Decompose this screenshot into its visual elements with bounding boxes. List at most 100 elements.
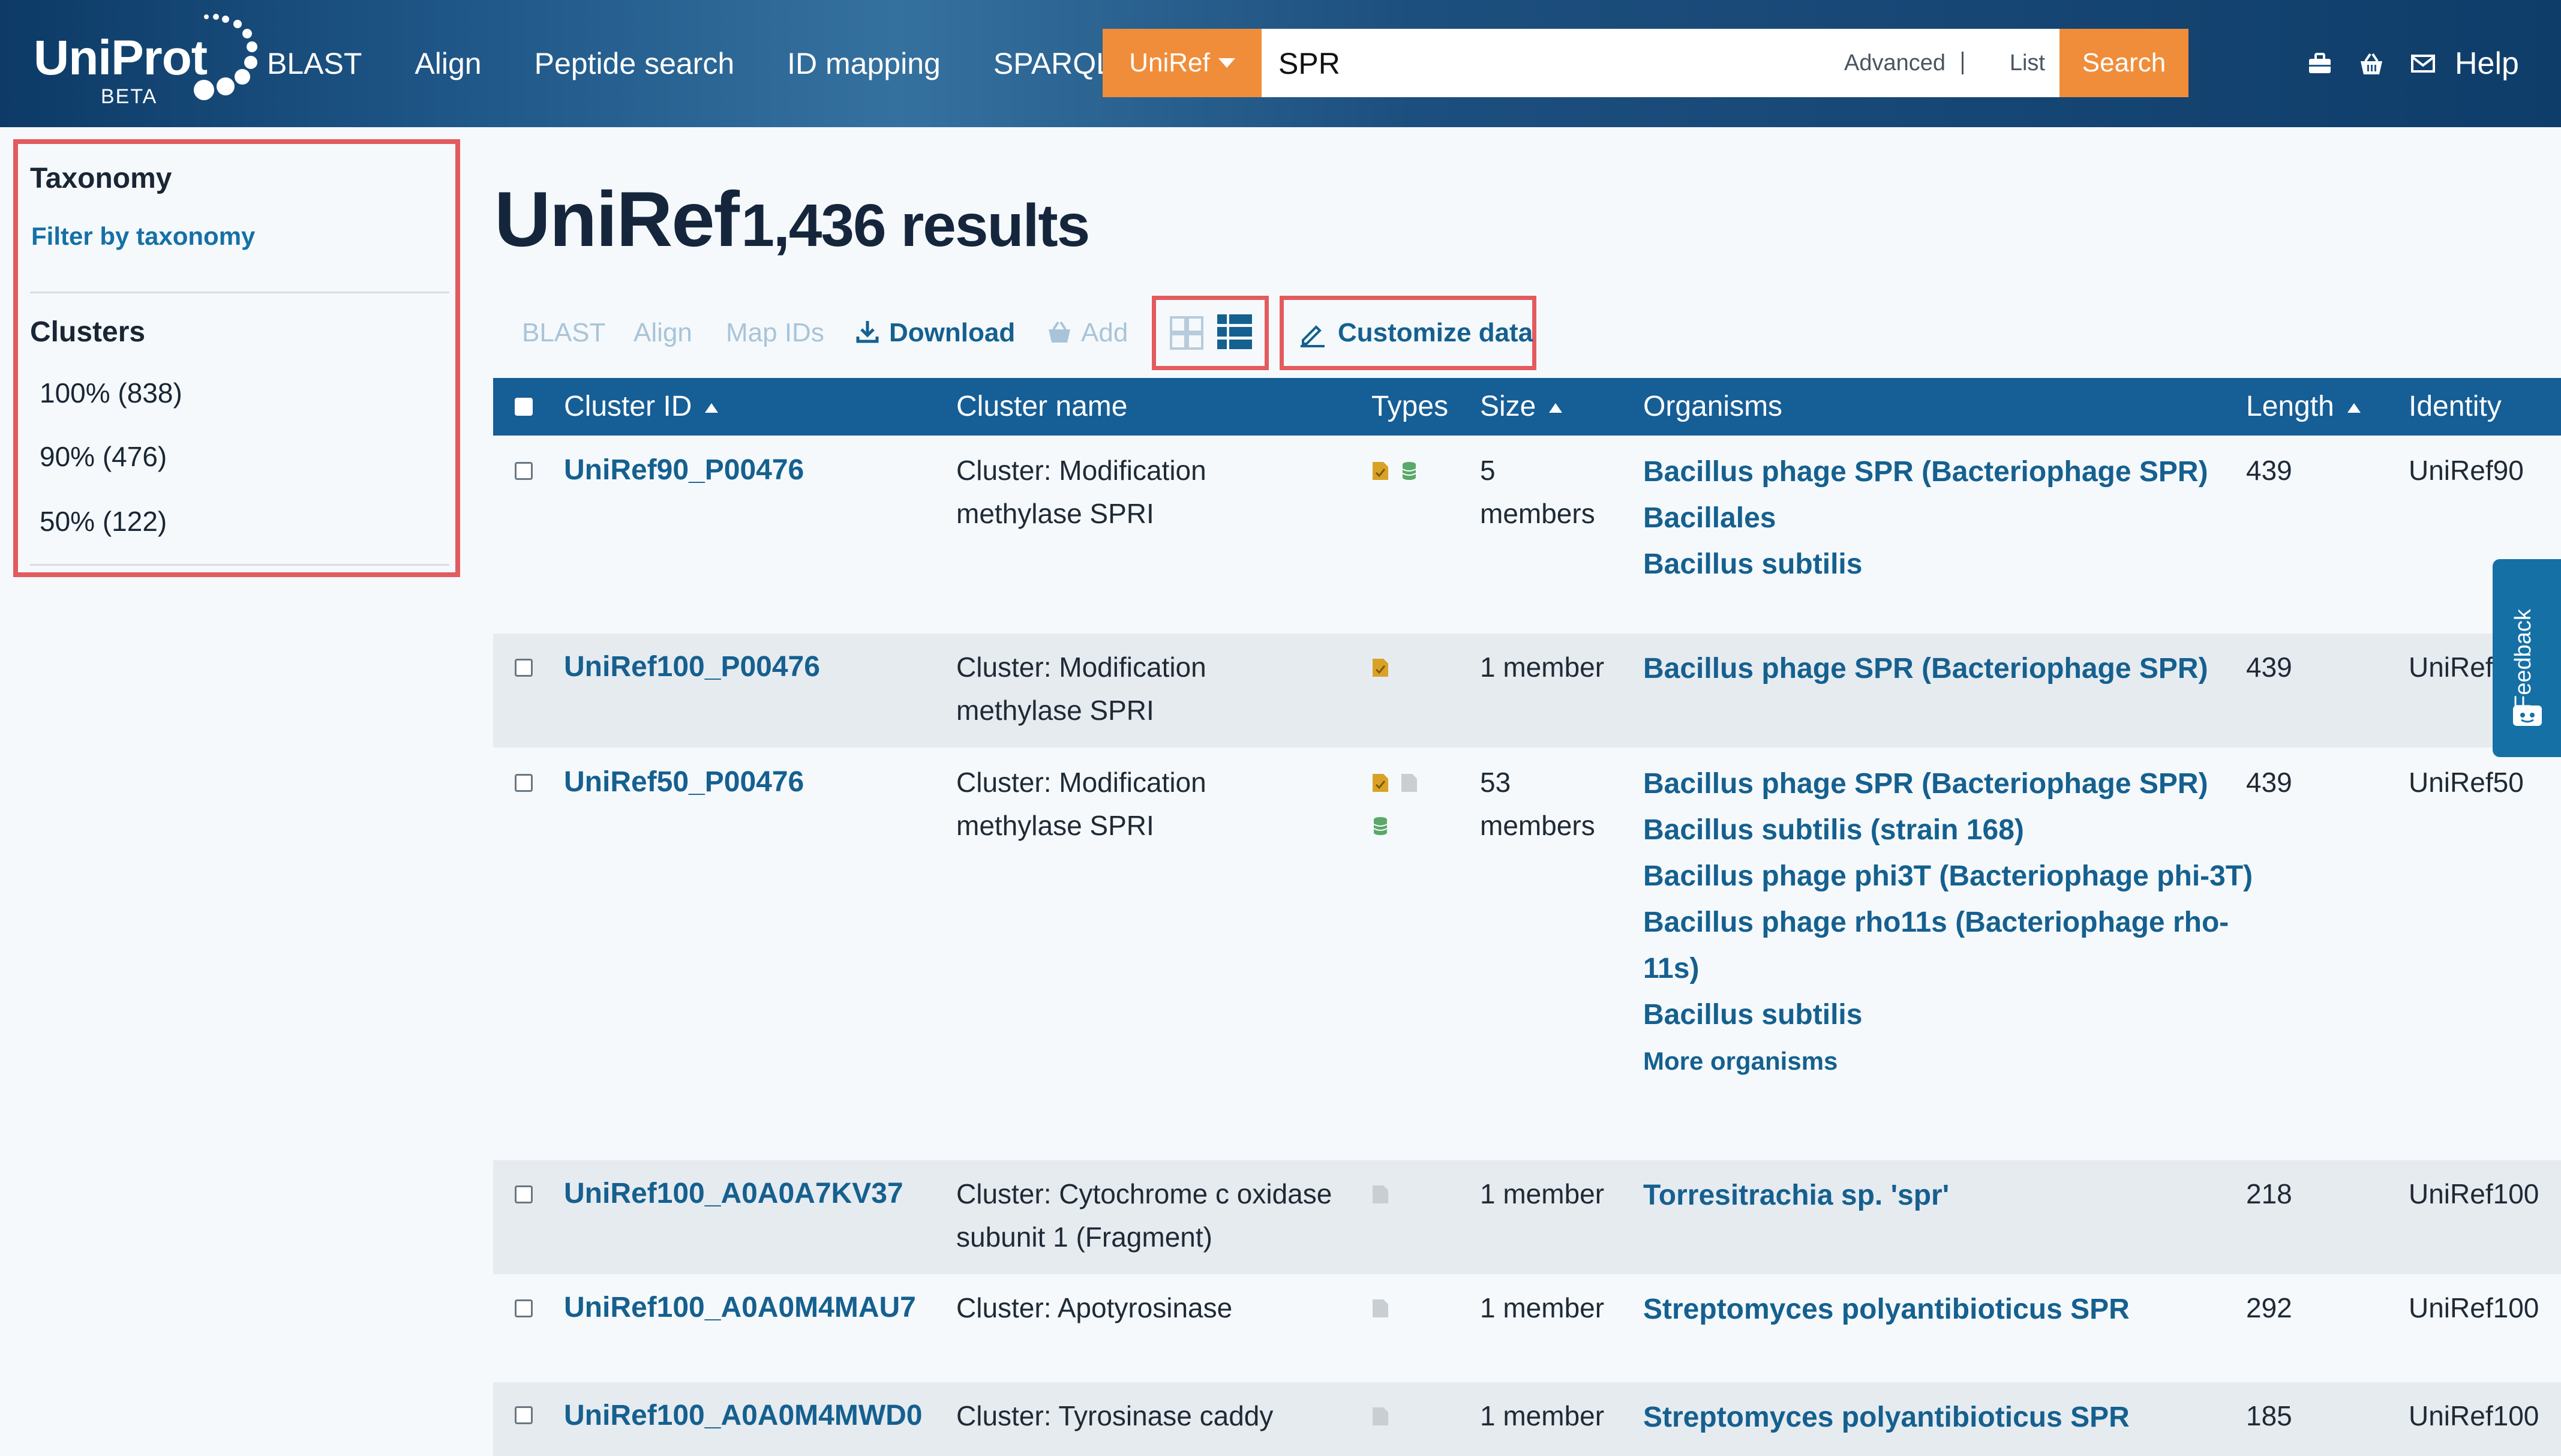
nav-sparql[interactable]: SPARQL [993, 46, 1113, 81]
cluster-name: Cluster: Modification [956, 767, 1206, 798]
table-row: UniRef100_A0A0M4MWD0 Cluster: Tyrosinase… [493, 1382, 2561, 1456]
organism-link[interactable]: Streptomyces polyantibioticus SPR [1643, 1394, 2130, 1440]
database-icon [1373, 817, 1388, 835]
organism-link[interactable]: Bacillus subtilis [1643, 541, 1862, 587]
organism-link[interactable]: Bacillales [1643, 495, 1776, 541]
sequence-length: 185 [2246, 1400, 2292, 1431]
advanced-search-link[interactable]: Advanced [1844, 29, 1945, 97]
sequence-length: 439 [2246, 652, 2292, 683]
cluster-name: Cluster: Modification [956, 652, 1206, 683]
organism-link[interactable]: Bacillus phage phi3T (Bacteriophage phi-… [1643, 853, 2253, 899]
search-input[interactable] [1277, 29, 1820, 98]
nav-peptide-search[interactable]: Peptide search [535, 46, 735, 81]
organism-link[interactable]: Bacillus phage SPR (Bacteriophage SPR) [1643, 761, 2208, 807]
column-label: Size [1480, 391, 1536, 422]
column-cluster-id[interactable]: Cluster ID [564, 378, 719, 436]
cluster-name: Cluster: Tyrosinase caddy [956, 1400, 1274, 1431]
cluster-size: 53 [1480, 767, 1511, 798]
identity-value: UniRef50 [2409, 767, 2524, 798]
row-checkbox[interactable] [515, 462, 533, 480]
help-link[interactable]: Help [2455, 0, 2519, 127]
nav-id-mapping[interactable]: ID mapping [787, 46, 941, 81]
add-button[interactable]: Add [1046, 294, 1128, 372]
database-icon [1402, 462, 1416, 480]
cluster-name: methylase SPRI [956, 498, 1154, 529]
organism-link[interactable]: 11s) [1643, 945, 1699, 992]
search-bar: UniRef Advanced List Search [1103, 29, 2188, 98]
pencil-icon [1301, 325, 1325, 347]
top-navigation-bar: UniProt BETA BLAST Align Peptide search … [0, 0, 2561, 127]
column-label: Cluster ID [564, 391, 692, 422]
download-label: Download [889, 318, 1016, 347]
column-size[interactable]: Size [1480, 378, 1563, 436]
table-view-icon[interactable] [1216, 313, 1253, 350]
cluster-size: members [1480, 498, 1595, 529]
row-checkbox[interactable] [515, 1299, 533, 1317]
cluster-id-link[interactable]: UniRef100_A0A0M4MWD0 [564, 1394, 923, 1437]
organism-link[interactable]: Bacillus phage SPR (Bacteriophage SPR) [1643, 449, 2208, 495]
cluster-name: Cluster: Cytochrome c oxidase [956, 1178, 1332, 1209]
basket-icon [1049, 321, 1070, 343]
cluster-filter-90[interactable]: 90% (476) [40, 440, 167, 473]
toolbox-icon[interactable] [2307, 50, 2333, 77]
feedback-label: Feedback [2511, 609, 2536, 709]
cluster-filter-100[interactable]: 100% (838) [40, 377, 182, 409]
table-row: UniRef50_P00476 Cluster: Modification me… [493, 747, 2561, 1160]
table-row: UniRef100_A0A0A7KV37 Cluster: Cytochrome… [493, 1160, 2561, 1274]
search-button[interactable]: Search [2059, 29, 2188, 97]
column-cluster-name: Cluster name [956, 391, 1128, 422]
cluster-size: 1 member [1480, 1178, 1605, 1209]
organism-link[interactable]: Torresitrachia sp. 'spr' [1643, 1172, 1949, 1218]
add-label: Add [1081, 318, 1128, 347]
cluster-filter-50[interactable]: 50% (122) [40, 505, 167, 538]
organism-link[interactable]: Bacillus subtilis [1643, 992, 1862, 1038]
reviewed-entry-icon [1373, 462, 1388, 480]
database-select[interactable]: UniRef [1103, 29, 1262, 97]
cluster-id-link[interactable]: UniRef100_A0A0A7KV37 [564, 1172, 903, 1215]
identity-value: UniRef100 [2409, 1292, 2539, 1323]
nav-align[interactable]: Align [415, 46, 481, 81]
customize-data-label: Customize data [1338, 318, 1533, 347]
feedback-tab[interactable]: Feedback [2493, 559, 2561, 757]
sequence-length: 218 [2246, 1178, 2292, 1209]
uniprot-logo[interactable]: UniProt BETA [34, 12, 257, 114]
cluster-id-link[interactable]: UniRef90_P00476 [564, 449, 804, 492]
organism-link[interactable]: Streptomyces polyantibioticus SPR [1643, 1286, 2130, 1332]
column-label: Length [2246, 391, 2334, 422]
customize-data-button[interactable]: Customize data [1280, 296, 1536, 370]
list-search-link[interactable]: List [2010, 29, 2045, 97]
row-checkbox[interactable] [515, 659, 533, 677]
chat-icon [2513, 706, 2542, 726]
cluster-id-link[interactable]: UniRef50_P00476 [564, 761, 804, 804]
more-organisms-link[interactable]: More organisms [1643, 1038, 1838, 1084]
basket-icon[interactable] [2358, 50, 2385, 77]
cluster-id-link[interactable]: UniRef100_P00476 [564, 646, 820, 689]
nav-blast[interactable]: BLAST [267, 46, 362, 81]
row-checkbox[interactable] [515, 774, 533, 792]
organism-link[interactable]: Bacillus subtilis (strain 168) [1643, 807, 2024, 853]
column-organisms: Organisms [1643, 391, 1783, 422]
cluster-id-link[interactable]: UniRef100_A0A0M4MAU7 [564, 1286, 916, 1329]
column-length[interactable]: Length [2246, 378, 2361, 436]
organism-link[interactable]: Bacillus phage SPR (Bacteriophage SPR) [1643, 646, 2208, 692]
organism-link[interactable]: Bacillus phage rho11s (Bacteriophage rho… [1643, 899, 2229, 945]
card-view-icon[interactable] [1169, 316, 1204, 350]
unreviewed-entry-icon [1373, 1185, 1388, 1203]
results-table-header: Cluster ID Cluster name Types Size Organ… [493, 378, 2561, 436]
sort-asc-icon [2347, 403, 2361, 413]
align-button[interactable]: Align [634, 294, 692, 372]
filters-sidebar: Taxonomy Filter by taxonomy Clusters 100… [13, 139, 460, 577]
row-checkbox[interactable] [515, 1406, 533, 1424]
blast-button[interactable]: BLAST [522, 294, 605, 372]
row-checkbox[interactable] [515, 1185, 533, 1203]
download-button[interactable]: Download [854, 294, 1015, 372]
download-icon [856, 321, 879, 343]
sequence-length: 439 [2246, 455, 2292, 486]
sidebar-divider [30, 292, 449, 293]
cluster-size: 1 member [1480, 1400, 1605, 1431]
map-ids-button[interactable]: Map IDs [726, 294, 824, 372]
filter-by-taxonomy-link[interactable]: Filter by taxonomy [31, 222, 255, 251]
column-identity: Identity [2409, 391, 2502, 422]
envelope-icon[interactable] [2410, 50, 2436, 77]
select-all-checkbox[interactable] [515, 398, 533, 416]
